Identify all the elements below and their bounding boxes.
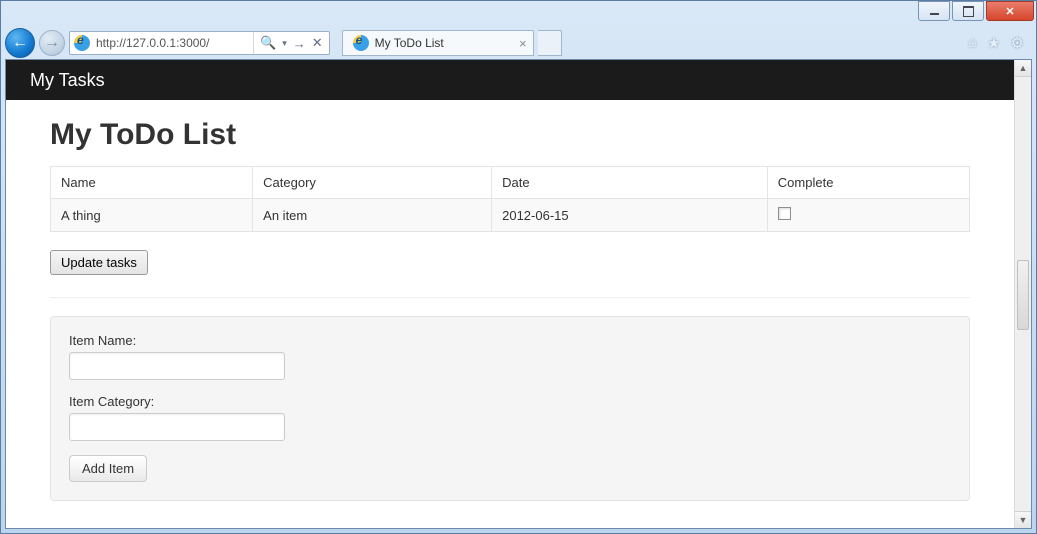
- dropdown-icon[interactable]: ▾: [282, 38, 287, 49]
- navbar-brand: My Tasks: [30, 70, 105, 91]
- back-button[interactable]: ←: [5, 28, 35, 58]
- search-icon[interactable]: 🔍: [260, 35, 276, 51]
- col-category: Category: [253, 167, 492, 199]
- item-name-label: Item Name:: [69, 333, 951, 348]
- browser-window: ← → 🔍 ▾ → ✕ My ToDo List × ⌂ ★ ⚙: [0, 0, 1037, 534]
- gear-icon[interactable]: ⚙: [1011, 34, 1024, 52]
- forward-button[interactable]: →: [39, 30, 65, 56]
- ie-icon: [353, 35, 369, 51]
- favorites-icon[interactable]: ★: [987, 34, 1000, 52]
- scrollbar[interactable]: ▲ ▼: [1014, 60, 1031, 528]
- item-category-label: Item Category:: [69, 394, 951, 409]
- arrow-right-icon: →: [44, 34, 60, 52]
- browser-menu-icons: ⌂ ★ ⚙: [968, 34, 1030, 52]
- tab-title: My ToDo List: [375, 36, 444, 50]
- item-category-input[interactable]: [69, 413, 285, 441]
- tasks-table: Name Category Date Complete A thing An i…: [50, 166, 970, 232]
- cell-category: An item: [253, 199, 492, 232]
- table-row: A thing An item 2012-06-15: [51, 199, 970, 232]
- app-navbar: My Tasks: [6, 60, 1014, 100]
- cell-date: 2012-06-15: [492, 199, 768, 232]
- browser-viewport: My Tasks My ToDo List Name Category Date…: [5, 59, 1032, 529]
- page-container: My ToDo List Name Category Date Complete…: [6, 118, 1014, 501]
- tab-close-icon[interactable]: ×: [519, 36, 527, 51]
- update-tasks-button[interactable]: Update tasks: [50, 250, 148, 275]
- page-body: My Tasks My ToDo List Name Category Date…: [6, 60, 1014, 528]
- cell-name: A thing: [51, 199, 253, 232]
- arrow-left-icon: ←: [12, 34, 28, 52]
- col-date: Date: [492, 167, 768, 199]
- new-tab-button[interactable]: [538, 30, 562, 56]
- window-titlebar: [1, 1, 1036, 27]
- item-name-input[interactable]: [69, 352, 285, 380]
- refresh-icon[interactable]: →: [293, 36, 306, 51]
- cell-complete: [767, 199, 969, 232]
- home-icon[interactable]: ⌂: [968, 34, 977, 52]
- stop-icon[interactable]: ✕: [312, 35, 323, 51]
- add-item-form: Item Name: Item Category: Add Item: [50, 316, 970, 501]
- scroll-thumb[interactable]: [1017, 260, 1029, 330]
- ie-icon: [74, 35, 90, 51]
- col-name: Name: [51, 167, 253, 199]
- address-bar: 🔍 ▾ → ✕: [69, 31, 330, 55]
- browser-tab[interactable]: My ToDo List ×: [342, 30, 534, 56]
- scroll-up-button[interactable]: ▲: [1015, 60, 1031, 77]
- window-controls: [918, 1, 1034, 21]
- divider: [50, 297, 970, 298]
- browser-toolbar: ← → 🔍 ▾ → ✕ My ToDo List × ⌂ ★ ⚙: [1, 27, 1036, 59]
- add-item-button[interactable]: Add Item: [69, 455, 147, 482]
- url-input[interactable]: [94, 32, 253, 54]
- page-title: My ToDo List: [50, 118, 970, 152]
- address-bar-actions: 🔍 ▾ → ✕: [253, 32, 329, 54]
- window-maximize-button[interactable]: [952, 1, 984, 21]
- window-minimize-button[interactable]: [918, 1, 950, 21]
- scroll-down-button[interactable]: ▼: [1015, 511, 1031, 528]
- complete-checkbox[interactable]: [778, 207, 791, 220]
- window-close-button[interactable]: [986, 1, 1034, 21]
- table-header-row: Name Category Date Complete: [51, 167, 970, 199]
- col-complete: Complete: [767, 167, 969, 199]
